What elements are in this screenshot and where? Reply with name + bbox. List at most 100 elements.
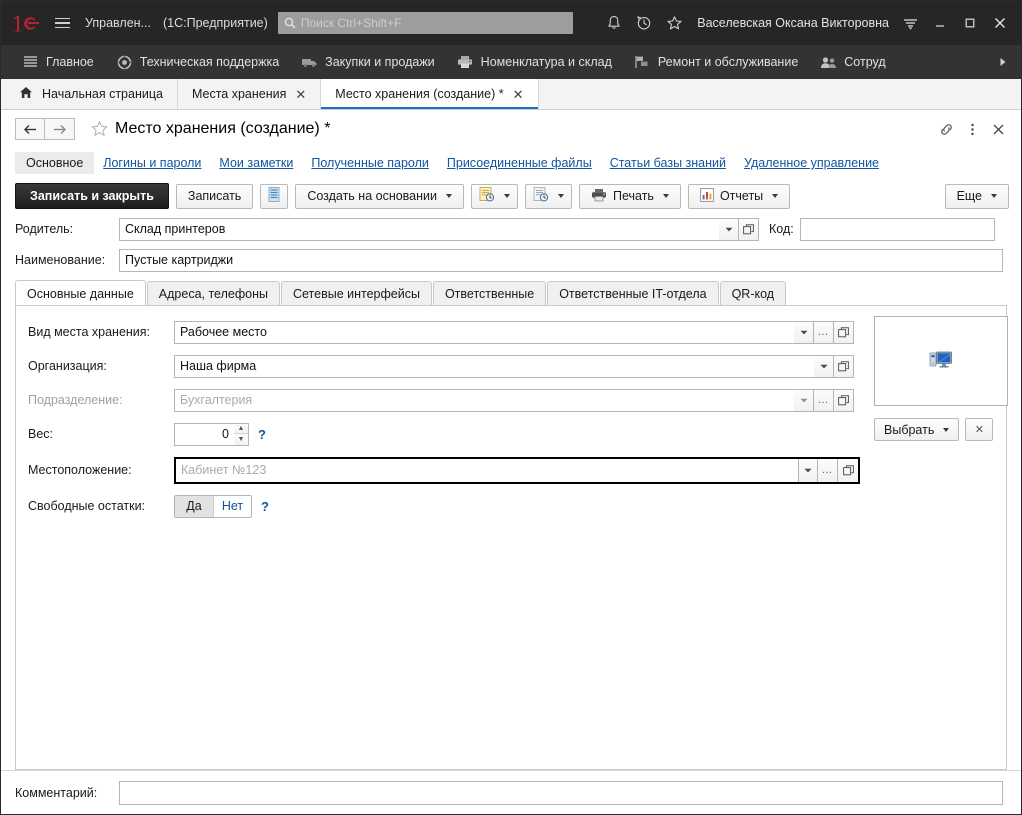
tab-close-icon[interactable]: ✕ bbox=[295, 88, 306, 101]
clear-picture-button[interactable]: ✕ bbox=[965, 418, 993, 441]
form-close-icon[interactable] bbox=[985, 116, 1011, 142]
favorite-star-icon[interactable] bbox=[87, 117, 111, 141]
reports-button[interactable]: Отчеты bbox=[688, 184, 790, 209]
comment-bar: Комментарий: bbox=[1, 770, 1021, 814]
storage-type-select-button[interactable]: … bbox=[814, 321, 834, 344]
navlink-osnovnoe[interactable]: Основное bbox=[15, 152, 94, 174]
menu-item-label: Главное bbox=[46, 55, 94, 69]
storage-type-row: Вид места хранения: Рабочее место … bbox=[16, 315, 874, 349]
list-button[interactable] bbox=[260, 184, 288, 209]
menu-item-sotrudniki[interactable]: Сотруд bbox=[809, 48, 896, 76]
stepper-up-icon[interactable]: ▲ bbox=[234, 424, 248, 435]
weight-stepper[interactable]: ▲ ▼ bbox=[234, 423, 249, 446]
search-icon bbox=[284, 17, 296, 29]
bell-icon[interactable] bbox=[599, 8, 629, 38]
inner-tab-otvetstvennye-it[interactable]: Ответственные IT-отдела bbox=[547, 281, 718, 306]
organization-dropdown-button[interactable] bbox=[814, 355, 834, 378]
inner-tab-qr-kod[interactable]: QR-код bbox=[720, 281, 787, 306]
department-dropdown-button[interactable] bbox=[794, 389, 814, 412]
storage-type-open-button[interactable] bbox=[834, 321, 854, 344]
close-icon[interactable] bbox=[985, 8, 1015, 38]
menu-item-remont[interactable]: Ремонт и обслуживание bbox=[623, 48, 809, 76]
weight-help-icon[interactable]: ? bbox=[258, 427, 266, 442]
parent-dropdown-button[interactable] bbox=[719, 218, 739, 241]
create-based-on-button[interactable]: Создать на основании bbox=[295, 184, 464, 209]
navlink-prisoedinennye-fajly[interactable]: Присоединенные файлы bbox=[438, 153, 601, 173]
location-dropdown-button[interactable] bbox=[798, 459, 818, 482]
location-open-button[interactable] bbox=[838, 459, 858, 482]
forward-button[interactable] bbox=[45, 118, 75, 140]
menu-item-zakupki[interactable]: Закупки и продажи bbox=[290, 48, 446, 76]
1c-logo-icon[interactable] bbox=[9, 12, 43, 34]
department-input[interactable]: Бухгалтерия bbox=[174, 389, 794, 412]
kebab-menu-icon[interactable] bbox=[959, 116, 985, 142]
department-select-button[interactable]: … bbox=[814, 389, 834, 412]
inner-tab-otvetstvennye[interactable]: Ответственные bbox=[433, 281, 546, 306]
navlink-moi-zametki[interactable]: Мои заметки bbox=[210, 153, 302, 173]
storage-type-input[interactable]: Рабочее место bbox=[174, 321, 794, 344]
department-placeholder: Бухгалтерия bbox=[180, 393, 252, 407]
parent-input[interactable]: Склад принтеров bbox=[119, 218, 719, 241]
document-history-button[interactable] bbox=[471, 184, 518, 209]
back-button[interactable] bbox=[15, 118, 45, 140]
location-field-group[interactable]: Кабинет №123 … bbox=[174, 457, 860, 484]
save-and-close-label: Записать и закрыть bbox=[30, 189, 154, 203]
support-icon bbox=[116, 54, 133, 70]
star-icon[interactable] bbox=[659, 8, 689, 38]
location-input[interactable]: Кабинет №123 bbox=[176, 459, 798, 482]
navlink-loginy-i-paroli[interactable]: Логины и пароли bbox=[94, 153, 210, 173]
register-history-button[interactable] bbox=[525, 184, 572, 209]
list-icon bbox=[268, 187, 280, 205]
history-clock-icon[interactable] bbox=[629, 8, 659, 38]
tab-close-icon[interactable]: ✕ bbox=[513, 88, 524, 101]
menu-item-tehpodderzhka[interactable]: Техническая поддержка bbox=[105, 48, 290, 76]
inner-tab-osnovnye-dannye[interactable]: Основные данные bbox=[15, 280, 146, 306]
parent-open-button[interactable] bbox=[739, 218, 759, 241]
save-and-close-button[interactable]: Записать и закрыть bbox=[15, 183, 169, 209]
free-balance-no-button[interactable]: Нет bbox=[213, 496, 251, 517]
inner-tab-setevye-interfejsy[interactable]: Сетевые интерфейсы bbox=[281, 281, 432, 306]
menu-item-glavnoe[interactable]: Главное bbox=[11, 48, 105, 76]
name-input[interactable]: Пустые картриджи bbox=[119, 249, 1003, 272]
tab-home[interactable]: Начальная страница bbox=[1, 79, 178, 109]
more-button[interactable]: Еще bbox=[945, 184, 1009, 209]
chevron-right-icon[interactable] bbox=[997, 56, 1017, 68]
code-input[interactable] bbox=[800, 218, 995, 241]
picture-box[interactable] bbox=[874, 316, 1008, 406]
navlink-udalennoe-upravlenie[interactable]: Удаленное управление bbox=[735, 153, 888, 173]
maximize-icon[interactable] bbox=[955, 8, 985, 38]
organization-open-button[interactable] bbox=[834, 355, 854, 378]
print-button[interactable]: Печать bbox=[579, 184, 681, 209]
free-balance-label: Свободные остатки: bbox=[28, 499, 174, 513]
tab-mesta-hraneniya[interactable]: Места хранения ✕ bbox=[178, 79, 321, 109]
menu-item-nomenklatura[interactable]: Номенклатура и склад bbox=[446, 48, 623, 76]
comment-input[interactable] bbox=[119, 781, 1003, 805]
free-balance-toggle[interactable]: Да Нет bbox=[174, 495, 252, 518]
organization-input[interactable]: Наша фирма bbox=[174, 355, 814, 378]
free-balance-yes-button[interactable]: Да bbox=[175, 496, 213, 517]
save-label: Записать bbox=[188, 189, 241, 203]
free-balance-help-icon[interactable]: ? bbox=[261, 499, 269, 514]
storage-type-dropdown-button[interactable] bbox=[794, 321, 814, 344]
user-name[interactable]: Васелевская Оксана Викторовна bbox=[697, 16, 889, 30]
menu-item-label: Техническая поддержка bbox=[140, 55, 279, 69]
navlink-stati-bazy-znanij[interactable]: Статьи базы знаний bbox=[601, 153, 735, 173]
weight-input[interactable]: 0 bbox=[174, 423, 234, 446]
save-button[interactable]: Записать bbox=[176, 184, 253, 209]
department-open-button[interactable] bbox=[834, 389, 854, 412]
hamburger-icon[interactable] bbox=[49, 11, 75, 35]
tab-mesto-hraneniya-sozdanie[interactable]: Место хранения (создание) * ✕ bbox=[321, 79, 538, 109]
minimize-icon[interactable] bbox=[925, 8, 955, 38]
menu-lines-icon[interactable] bbox=[895, 8, 925, 38]
organization-label: Организация: bbox=[28, 359, 174, 373]
page-title: Место хранения (создание) * bbox=[115, 120, 330, 138]
navlink-poluchennye-paroli[interactable]: Полученные пароли bbox=[302, 153, 438, 173]
choose-picture-button[interactable]: Выбрать bbox=[874, 418, 959, 441]
tab-label: Места хранения bbox=[192, 87, 286, 101]
inner-tab-strip: Основные данные Адреса, телефоны Сетевые… bbox=[1, 280, 1021, 306]
link-icon[interactable] bbox=[933, 116, 959, 142]
search-input[interactable]: Поиск Ctrl+Shift+F bbox=[278, 12, 573, 34]
inner-tab-adresa-telefony[interactable]: Адреса, телефоны bbox=[147, 281, 280, 306]
location-select-button[interactable]: … bbox=[818, 459, 838, 482]
stepper-down-icon[interactable]: ▼ bbox=[234, 434, 248, 445]
